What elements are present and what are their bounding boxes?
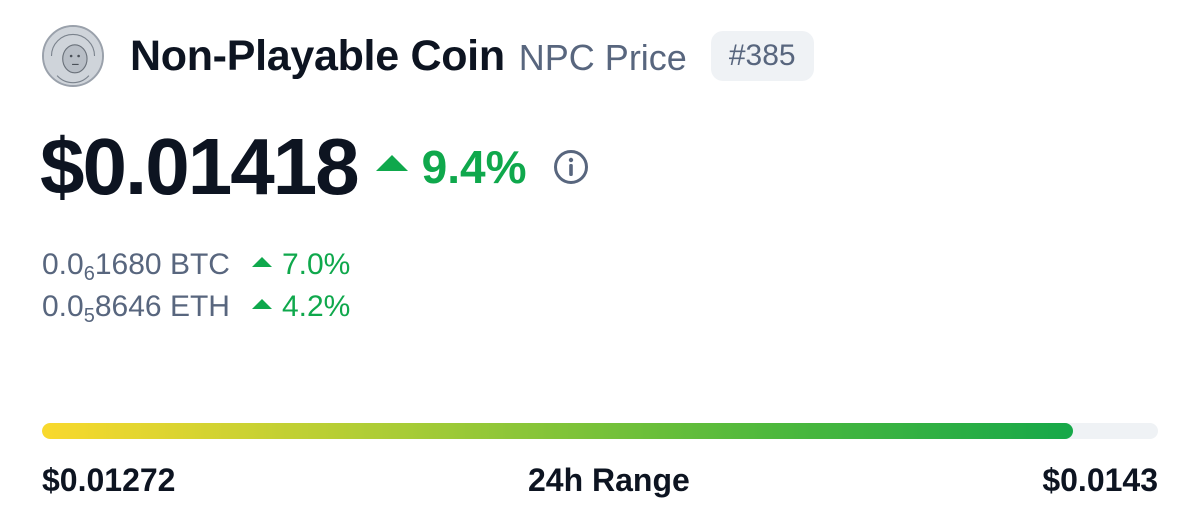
range-24h-bar xyxy=(42,423,1158,439)
range-label: 24h Range xyxy=(527,462,690,498)
btc-price: 0.061680 BTC xyxy=(42,248,230,285)
btc-conversion: 0.061680 BTC 7.0% xyxy=(42,248,351,285)
btc-change: 7.0% xyxy=(251,248,351,282)
current-price: $0.01418 xyxy=(40,122,360,211)
btc-change-value: 7.0% xyxy=(281,248,351,281)
eth-conversion: 0.058646 ETH 4.2% xyxy=(42,290,351,327)
caret-up-icon xyxy=(251,257,272,267)
coin-header: Non-Playable Coin NPC Price #385 xyxy=(42,25,814,87)
npc-wojak-logo-icon xyxy=(42,25,104,87)
coin-symbol-price-label: NPC Price xyxy=(518,37,687,78)
info-icon[interactable] xyxy=(553,149,589,185)
price-change-24h: 9.4% xyxy=(375,140,527,194)
range-low: $0.01272 xyxy=(42,462,176,498)
price-change-value: 9.4% xyxy=(421,141,527,193)
eth-change: 4.2% xyxy=(251,290,351,324)
coin-name: Non-Playable Coin xyxy=(130,31,505,80)
coin-price-panel: Non-Playable Coin NPC Price #385 $0.0141… xyxy=(0,0,1200,526)
range-24h-labels: $0.01272 24h Range $0.0143 xyxy=(42,462,1158,499)
eth-change-value: 4.2% xyxy=(281,290,351,323)
range-high: $0.0143 xyxy=(1042,462,1158,498)
caret-up-icon xyxy=(375,155,408,171)
eth-price: 0.058646 ETH xyxy=(42,290,230,327)
range-24h-fill xyxy=(42,423,1074,439)
caret-up-icon xyxy=(251,299,272,309)
price-row: $0.01418 9.4% xyxy=(40,122,589,212)
rank-badge: #385 xyxy=(710,31,814,81)
